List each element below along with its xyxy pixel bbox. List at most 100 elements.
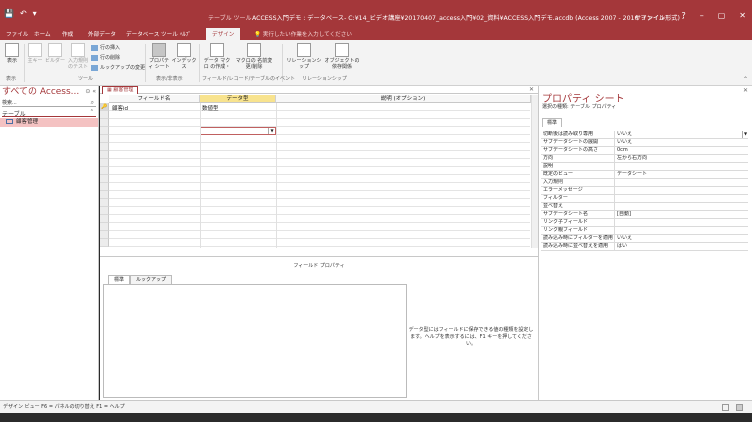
primary-key-button[interactable]: 主キー [27, 43, 43, 64]
wand-icon [48, 43, 62, 57]
property-value[interactable] [615, 195, 748, 202]
data-type-dropdown[interactable]: ▼ [200, 127, 276, 135]
collapse-ribbon-icon[interactable]: ⌃ [743, 76, 748, 83]
search-icon: ⌕ [90, 99, 94, 106]
property-row[interactable]: 読み込み時にフィルターを適用 いいえ [541, 235, 748, 243]
tab-general[interactable]: 標準 [108, 275, 131, 284]
nav-item-label: 顧客管理 [16, 119, 39, 125]
tab-file[interactable]: ファイル [6, 30, 28, 38]
rename-macro-button[interactable]: マクロの 名前変更/削除 [234, 43, 274, 70]
property-row[interactable]: サブデータシートの高さ 0cm [541, 147, 748, 155]
datasheet-view-icon[interactable] [722, 404, 729, 411]
indexes-button[interactable]: インデックス [171, 43, 197, 70]
undo-icon[interactable]: ↶ [20, 9, 27, 18]
tab-general[interactable]: 標準 [542, 118, 563, 127]
property-row[interactable]: サブデータシート名 [自動] [541, 211, 748, 219]
property-value[interactable] [615, 179, 748, 186]
property-value[interactable] [615, 163, 748, 170]
ribbon: 表示 主キー ビルダー 入力規則 のテスト 行の挿入 行の削除 ルックアップの変… [0, 40, 752, 86]
property-row[interactable]: エラーメッセージ [541, 187, 748, 195]
property-value[interactable]: [自動] [615, 211, 748, 218]
nav-group-tables[interactable]: テーブル ⌃ [2, 109, 96, 118]
property-sheet-button[interactable]: プロパティ シート [148, 43, 170, 70]
chevron-down-icon[interactable]: ▼ [268, 128, 275, 134]
primary-key-icon: 🔑 [101, 104, 108, 110]
builder-button[interactable]: ビルダー [44, 43, 66, 64]
property-name: エラーメッセージ [541, 187, 615, 194]
tab-external[interactable]: 外部データ [88, 30, 116, 38]
property-row[interactable]: 説明 [541, 163, 748, 171]
close-button[interactable]: ✕ [739, 11, 746, 20]
tab-help[interactable]: ﾍﾙﾌﾟ [180, 30, 191, 38]
table-design-view: ▦ 顧客管理 ✕ フィールド名 データ型 説明 (オプション) 🔑 顧客id 数… [100, 86, 538, 400]
create-data-macro-button[interactable]: データ マクロ の作成・ [203, 43, 231, 70]
chevron-down-icon[interactable]: ▼ [742, 131, 748, 138]
insert-rows-button[interactable]: 行の挿入 [91, 44, 120, 51]
save-icon[interactable]: 💾 [4, 9, 14, 18]
tab-dbtools[interactable]: データベース ツール [126, 30, 178, 38]
tell-me-search[interactable]: 💡 実行したい作業を入力してください [254, 30, 352, 38]
delete-rows-button[interactable]: 行の削除 [91, 54, 120, 61]
help-icon[interactable]: ? [681, 11, 685, 20]
property-row[interactable]: 並べ替え [541, 203, 748, 211]
restore-button[interactable]: ▢ [718, 11, 726, 20]
minimize-button[interactable]: – [700, 11, 704, 20]
design-view-icon[interactable] [736, 404, 743, 411]
tab-lookup[interactable]: ルックアップ [130, 275, 173, 284]
property-name: 切断後は読み取り専用 [541, 131, 615, 138]
property-value[interactable] [615, 187, 748, 194]
property-value-text: いいえ [617, 235, 633, 241]
field-properties-help: データ型にはフィールドに保存できる値の種類を設定します。ヘルプを表示するには、F… [408, 327, 534, 347]
tab-create[interactable]: 作成 [62, 30, 73, 38]
property-row[interactable]: リンク子フィールド [541, 219, 748, 227]
column-header-field-name: フィールド名 [109, 95, 200, 103]
insert-rows-icon [91, 44, 98, 51]
property-value-text: 0cm [617, 147, 628, 153]
property-value[interactable]: 左から右方向 [615, 155, 748, 162]
table-row[interactable] [109, 103, 530, 111]
nav-search-input[interactable]: 検索... ⌕ [2, 99, 96, 107]
property-name: フィルター [541, 195, 615, 202]
relationships-icon [297, 43, 311, 57]
property-sheet-icon [152, 43, 166, 57]
property-name: リンク親フィールド [541, 227, 615, 234]
close-icon[interactable]: ✕ [743, 87, 748, 94]
property-value[interactable]: 0cm [615, 147, 748, 154]
property-value[interactable] [615, 227, 748, 234]
property-row[interactable]: リンク親フィールド [541, 227, 748, 235]
tab-design[interactable]: デザイン [206, 28, 241, 40]
tab-home[interactable]: ホーム [34, 30, 51, 38]
property-value[interactable]: いいえ ▼ [615, 131, 748, 138]
nav-item-table[interactable]: 顧客管理 [0, 118, 98, 127]
property-value[interactable]: データシート [615, 171, 748, 178]
close-document-icon[interactable]: ✕ [529, 86, 534, 93]
delete-rows-icon [91, 54, 98, 61]
property-value[interactable] [615, 203, 748, 210]
property-row[interactable]: 入力規則 [541, 179, 748, 187]
property-value[interactable]: はい [615, 243, 748, 250]
grid-vertical-scrollbar[interactable] [531, 95, 538, 248]
field-grid: フィールド名 データ型 説明 (オプション) 🔑 顧客id 数値型 ▼ [100, 95, 538, 248]
field-properties-label: フィールド プロパティ [293, 263, 345, 269]
property-value[interactable] [615, 219, 748, 226]
property-row[interactable]: 既定のビュー データシート [541, 171, 748, 179]
document-tab[interactable]: ▦ 顧客管理 [102, 86, 139, 94]
view-button[interactable]: 表示 [3, 43, 21, 64]
test-rules-button[interactable]: 入力規則 のテスト [67, 43, 89, 70]
relationships-button[interactable]: リレーションシップ [285, 43, 323, 70]
property-row[interactable]: サブデータシートの展開 いいえ [541, 139, 748, 147]
property-row[interactable]: 読み込み時に並べ替えを適用 はい [541, 243, 748, 251]
signin-link[interactable]: サインイン [635, 13, 665, 22]
property-row[interactable]: フィルター [541, 195, 748, 203]
property-row[interactable]: 方向 左から右方向 [541, 155, 748, 163]
lookup-change-button[interactable]: ルックアップの変更 [91, 64, 145, 71]
property-row[interactable]: 切断後は読み取り専用 いいえ ▼ [541, 131, 748, 139]
property-value[interactable]: いいえ [615, 235, 748, 242]
property-value[interactable]: いいえ [615, 139, 748, 146]
nav-pane-header[interactable]: すべての Access... ⊙ « [0, 86, 98, 97]
customize-icon[interactable]: ▾ [33, 9, 37, 18]
property-value-text: いいえ [617, 131, 633, 137]
nav-pane-menu-icon[interactable]: ⊙ « [85, 87, 96, 97]
group-events-label: フィールド/レコード/テーブルのイベント [202, 76, 295, 82]
object-dependencies-button[interactable]: オブジェクトの 依存関係 [324, 43, 360, 70]
